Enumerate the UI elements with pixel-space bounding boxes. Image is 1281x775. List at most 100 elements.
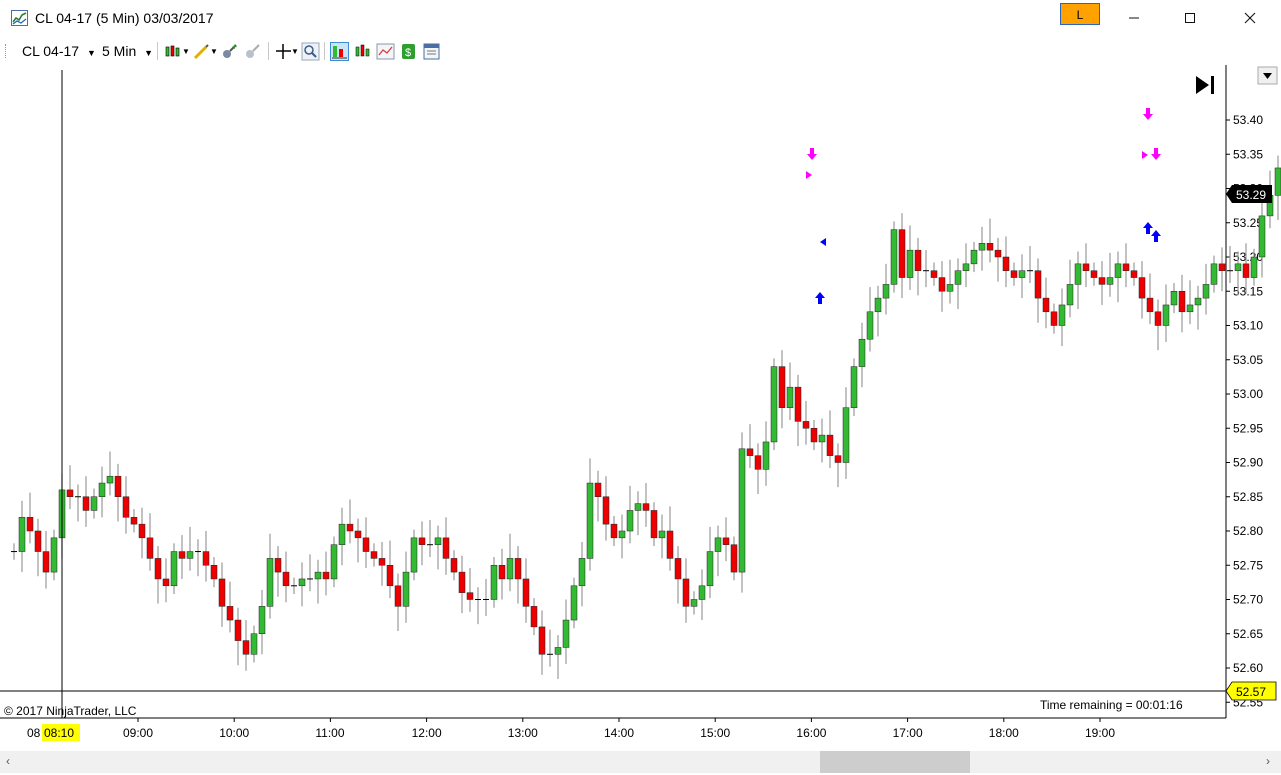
scrollbar-thumb[interactable]	[820, 751, 970, 773]
candle-body	[618, 530, 626, 539]
candle-body	[394, 585, 402, 607]
candle-body	[1018, 270, 1026, 278]
time-tick-label: 15:00	[700, 726, 730, 740]
price-tick-label: 53.35	[1233, 147, 1263, 161]
candle-body	[1218, 263, 1226, 271]
candle-body	[1090, 270, 1098, 278]
candle-body	[962, 263, 970, 271]
svg-text:$: $	[405, 47, 411, 59]
toolbar-grip[interactable]	[5, 44, 8, 58]
candle-body	[1154, 311, 1162, 326]
candle-body	[250, 633, 258, 655]
drawing-tools-button[interactable]	[192, 42, 211, 61]
candle-body	[322, 571, 330, 580]
candle-body	[810, 428, 818, 443]
scroll-left-button[interactable]: ‹	[6, 754, 10, 768]
candle-body	[266, 558, 274, 607]
maximize-button[interactable]	[1167, 0, 1213, 36]
chart-style-button[interactable]	[163, 42, 182, 61]
candle-body	[602, 496, 610, 525]
candle-body	[786, 386, 794, 408]
candle-body	[986, 243, 994, 251]
price-tick-label: 53.00	[1233, 387, 1263, 401]
candle-body	[98, 482, 106, 497]
instrument-selector[interactable]: CL 04-17 ▼	[22, 43, 96, 59]
close-icon	[1244, 12, 1256, 24]
candle-body	[490, 565, 498, 600]
candle-body	[18, 517, 26, 552]
close-button[interactable]	[1227, 0, 1273, 36]
candle-body	[610, 523, 618, 539]
candle-body	[498, 565, 506, 580]
data-series-button[interactable]	[353, 42, 372, 61]
candle-body	[1106, 277, 1114, 285]
candle-body	[706, 551, 714, 587]
candle-body	[802, 421, 810, 429]
horizontal-scrollbar[interactable]	[0, 751, 1281, 773]
properties-button[interactable]	[422, 42, 441, 61]
candle-body	[66, 489, 74, 497]
candle-body	[210, 565, 218, 580]
candle-body	[458, 571, 466, 593]
candle-body	[154, 558, 162, 580]
price-tick-label: 53.10	[1233, 319, 1263, 333]
chevron-down-icon[interactable]: ▼	[210, 47, 218, 56]
minimize-button[interactable]	[1111, 0, 1157, 36]
candle-body	[466, 592, 474, 600]
chevron-down-icon[interactable]: ▼	[182, 47, 190, 56]
candle-body	[834, 455, 842, 463]
candle-body	[146, 537, 154, 559]
candle-body	[874, 297, 882, 313]
time-remaining-text: Time remaining = 00:01:16	[1040, 698, 1183, 712]
panel-menu-button[interactable]	[1257, 66, 1278, 85]
candle-body	[1178, 291, 1186, 313]
candle-body	[666, 530, 674, 559]
candle-body	[506, 558, 514, 580]
candle-body	[898, 229, 906, 278]
chevron-down-icon[interactable]: ▼	[291, 47, 299, 56]
candle-body	[858, 338, 866, 367]
chart-trader-button[interactable]	[330, 42, 349, 61]
candle-body	[770, 366, 778, 443]
candle-body	[346, 523, 354, 532]
remove-indicator-button[interactable]	[243, 42, 262, 61]
candle-body	[714, 537, 722, 552]
end-bar-icon	[1211, 76, 1214, 94]
strategies-button[interactable]: $	[399, 42, 418, 61]
candle-body	[50, 537, 58, 573]
candle-body	[1010, 270, 1018, 278]
price-tick-label: 53.40	[1233, 113, 1263, 127]
candle-body	[354, 530, 362, 539]
price-chart[interactable]: 53.4053.3553.3053.2553.2053.1553.1053.05…	[0, 65, 1281, 775]
interval-selector[interactable]: 5 Min ▼	[102, 43, 153, 59]
candle-body	[386, 565, 394, 587]
zoom-button[interactable]	[301, 42, 320, 61]
candle-body	[90, 496, 98, 511]
candle-body	[178, 551, 186, 559]
candle-body	[1194, 297, 1202, 306]
time-tick-label: 19:00	[1085, 726, 1115, 740]
interval-label: 5 Min	[102, 43, 137, 59]
candle-body	[378, 558, 386, 566]
indicators-button[interactable]	[376, 42, 395, 61]
chart-trader-icon	[332, 46, 347, 59]
add-indicator-button[interactable]: +	[220, 42, 239, 61]
crosshair-price-label: 52.57	[1236, 685, 1266, 699]
price-tick-label: 52.95	[1233, 421, 1263, 435]
candle-body	[1122, 263, 1130, 271]
crosshair-time-prefix: 08	[27, 726, 41, 740]
toolbar-separator	[157, 42, 158, 60]
price-tick-label: 52.65	[1233, 627, 1263, 641]
plug-add-icon: +	[223, 42, 237, 58]
time-tick-label: 17:00	[893, 726, 923, 740]
candle-body	[970, 249, 978, 265]
chart-app-icon	[11, 10, 28, 26]
candle-body	[1258, 215, 1266, 258]
candle-body	[818, 434, 826, 443]
candle-body	[274, 558, 282, 573]
link-button[interactable]: L	[1060, 3, 1100, 25]
time-tick-label: 16:00	[796, 726, 826, 740]
scroll-right-button[interactable]: ›	[1266, 754, 1270, 768]
candle-body	[642, 503, 650, 511]
time-tick-label: 18:00	[989, 726, 1019, 740]
